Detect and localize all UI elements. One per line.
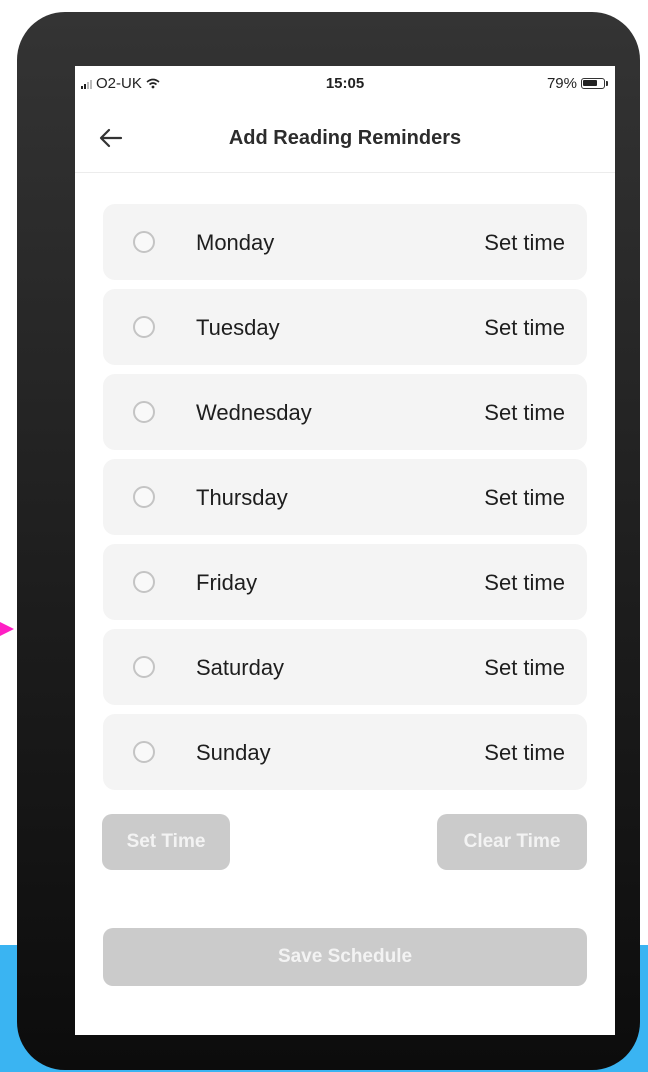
status-bar: O2-UK 15:05 79% xyxy=(75,66,615,106)
phone-frame: O2-UK 15:05 79% Add Reading Reminders Mo… xyxy=(17,12,640,1070)
set-time-button[interactable]: Set Time xyxy=(102,814,230,870)
radio-button[interactable] xyxy=(133,741,155,763)
set-time-link[interactable]: Set time xyxy=(484,315,565,341)
day-label: Thursday xyxy=(196,485,288,510)
set-time-link[interactable]: Set time xyxy=(484,570,565,596)
day-row-tuesday[interactable]: Tuesday Set time xyxy=(103,289,587,365)
set-time-link[interactable]: Set time xyxy=(484,740,565,766)
battery-status: 79% xyxy=(546,75,608,92)
set-time-link[interactable]: Set time xyxy=(484,400,565,426)
radio-button[interactable] xyxy=(133,401,155,423)
battery-icon xyxy=(581,78,608,89)
day-label: Sunday xyxy=(196,740,271,765)
page-title: Add Reading Reminders xyxy=(228,127,462,149)
day-label: Monday xyxy=(196,230,275,255)
day-row-monday[interactable]: Monday Set time xyxy=(103,204,587,280)
day-label: Wednesday xyxy=(196,400,312,425)
set-time-link[interactable]: Set time xyxy=(484,655,565,681)
day-row-saturday[interactable]: Saturday Set time xyxy=(103,629,587,705)
day-label: Saturday xyxy=(196,655,285,680)
status-time: 15:05 xyxy=(325,75,365,92)
radio-button[interactable] xyxy=(133,316,155,338)
day-row-sunday[interactable]: Sunday Set time xyxy=(103,714,587,790)
day-row-wednesday[interactable]: Wednesday Set time xyxy=(103,374,587,450)
day-label: Tuesday xyxy=(196,315,280,340)
app-header: Add Reading Reminders xyxy=(75,106,615,173)
day-row-thursday[interactable]: Thursday Set time xyxy=(103,459,587,535)
clear-time-button[interactable]: Clear Time xyxy=(437,814,587,870)
day-row-friday[interactable]: Friday Set time xyxy=(103,544,587,620)
set-time-link[interactable]: Set time xyxy=(484,230,565,256)
radio-button[interactable] xyxy=(133,656,155,678)
radio-button[interactable] xyxy=(133,231,155,253)
app-screen: O2-UK 15:05 79% Add Reading Reminders Mo… xyxy=(75,66,615,1035)
battery-percent: 79% xyxy=(546,75,577,92)
radio-button[interactable] xyxy=(133,571,155,593)
day-label: Friday xyxy=(196,570,258,595)
annotation-arrow-icon xyxy=(0,622,14,636)
save-schedule-button[interactable]: Save Schedule xyxy=(103,928,587,986)
set-time-link[interactable]: Set time xyxy=(484,485,565,511)
radio-button[interactable] xyxy=(133,486,155,508)
